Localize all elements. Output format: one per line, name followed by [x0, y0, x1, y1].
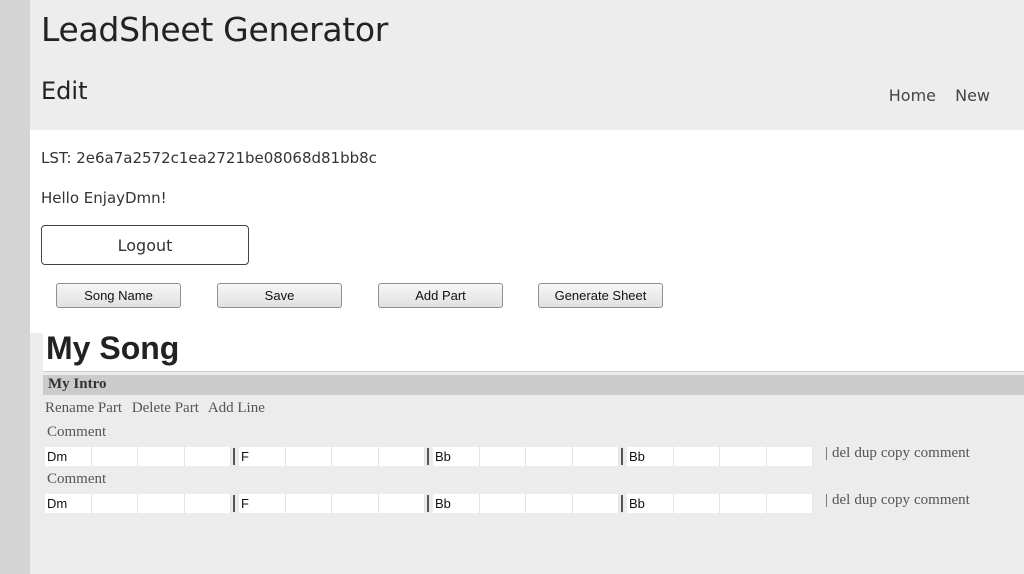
chord-line: Dm F Bb Bb | del dup copy comment — [45, 445, 1024, 467]
line-del-link[interactable]: del — [832, 492, 850, 508]
chord-cell[interactable] — [720, 494, 767, 513]
chord-cell[interactable] — [572, 447, 619, 466]
chord-cell[interactable] — [378, 494, 425, 513]
nav-home-link[interactable]: Home — [889, 86, 936, 105]
barline — [621, 495, 623, 512]
line-comment-link[interactable]: comment — [914, 445, 970, 461]
line-comment-link[interactable]: comment — [914, 492, 970, 508]
app-title: LeadSheet Generator — [41, 10, 389, 49]
line-comment[interactable]: Comment — [47, 471, 106, 488]
line-del-link[interactable]: del — [832, 445, 850, 461]
chord-cell[interactable]: Bb — [433, 447, 480, 466]
chord-cell[interactable] — [332, 447, 379, 466]
chord-cell[interactable] — [184, 494, 231, 513]
chord-cell[interactable] — [766, 494, 813, 513]
line-copy-link[interactable]: copy — [881, 445, 910, 461]
chord-cell[interactable] — [91, 447, 138, 466]
part-actions: Rename Part Delete Part Add Line — [45, 400, 271, 417]
delete-part-link[interactable]: Delete Part — [132, 400, 199, 416]
generate-sheet-button[interactable]: Generate Sheet — [538, 283, 663, 308]
line-dup-link[interactable]: dup — [854, 445, 877, 461]
chord-cell[interactable] — [285, 494, 332, 513]
chord-cell[interactable] — [378, 447, 425, 466]
add-line-link[interactable]: Add Line — [208, 400, 265, 416]
barline — [233, 495, 235, 512]
part-name: My Intro — [48, 376, 107, 392]
song-title: My Song — [46, 330, 180, 366]
chord-cell[interactable]: Dm — [45, 494, 92, 513]
chord-cell[interactable] — [91, 494, 138, 513]
barline — [427, 448, 429, 465]
chord-cell[interactable] — [673, 447, 720, 466]
line-comment[interactable]: Comment — [47, 424, 106, 441]
page-header: LeadSheet Generator Edit Home New — [30, 0, 1024, 130]
chord-cell[interactable] — [138, 447, 185, 466]
chord-cell[interactable]: Dm — [45, 447, 92, 466]
chord-cell[interactable] — [673, 494, 720, 513]
chord-cell[interactable]: Bb — [433, 494, 480, 513]
chord-cell[interactable]: F — [239, 494, 286, 513]
chord-cell[interactable] — [138, 494, 185, 513]
top-nav: Home New — [875, 86, 990, 105]
song-title-bar: My Song — [43, 330, 1024, 372]
line-actions: | del dup copy comment — [825, 492, 970, 508]
greeting-text: Hello EnjayDmn! — [41, 189, 167, 207]
line-dup-link[interactable]: dup — [854, 492, 877, 508]
chord-line: Dm F Bb Bb | del dup copy comment — [45, 492, 1024, 514]
chord-cell[interactable] — [720, 447, 767, 466]
song-editor: My Song My Intro Rename Part Delete Part… — [43, 330, 1024, 574]
barline — [427, 495, 429, 512]
rename-part-link[interactable]: Rename Part — [45, 400, 122, 416]
chord-cell[interactable] — [184, 447, 231, 466]
nav-new-link[interactable]: New — [955, 86, 990, 105]
chord-cell[interactable]: F — [239, 447, 286, 466]
barline — [621, 448, 623, 465]
lst-token: LST: 2e6a7a2572c1ea2721be08068d81bb8c — [41, 149, 377, 167]
barline — [233, 448, 235, 465]
chord-cell[interactable]: Bb — [627, 494, 674, 513]
page-title: Edit — [41, 77, 88, 105]
chord-cell[interactable] — [332, 494, 379, 513]
chord-cell[interactable] — [479, 494, 526, 513]
line-actions: | del dup copy comment — [825, 445, 970, 461]
song-name-button[interactable]: Song Name — [56, 283, 181, 308]
line-copy-link[interactable]: copy — [881, 492, 910, 508]
chord-cell[interactable] — [526, 494, 573, 513]
logout-button[interactable]: Logout — [41, 225, 249, 265]
chord-cell[interactable]: Bb — [627, 447, 674, 466]
chord-cell[interactable] — [572, 494, 619, 513]
save-button[interactable]: Save — [217, 283, 342, 308]
chord-cell[interactable] — [766, 447, 813, 466]
chord-cell[interactable] — [285, 447, 332, 466]
part-header: My Intro — [43, 375, 1024, 395]
session-panel: LST: 2e6a7a2572c1ea2721be08068d81bb8c He… — [30, 130, 1024, 333]
add-part-button[interactable]: Add Part — [378, 283, 503, 308]
chord-cell[interactable] — [479, 447, 526, 466]
chord-cell[interactable] — [526, 447, 573, 466]
left-margin-strip — [0, 0, 30, 574]
